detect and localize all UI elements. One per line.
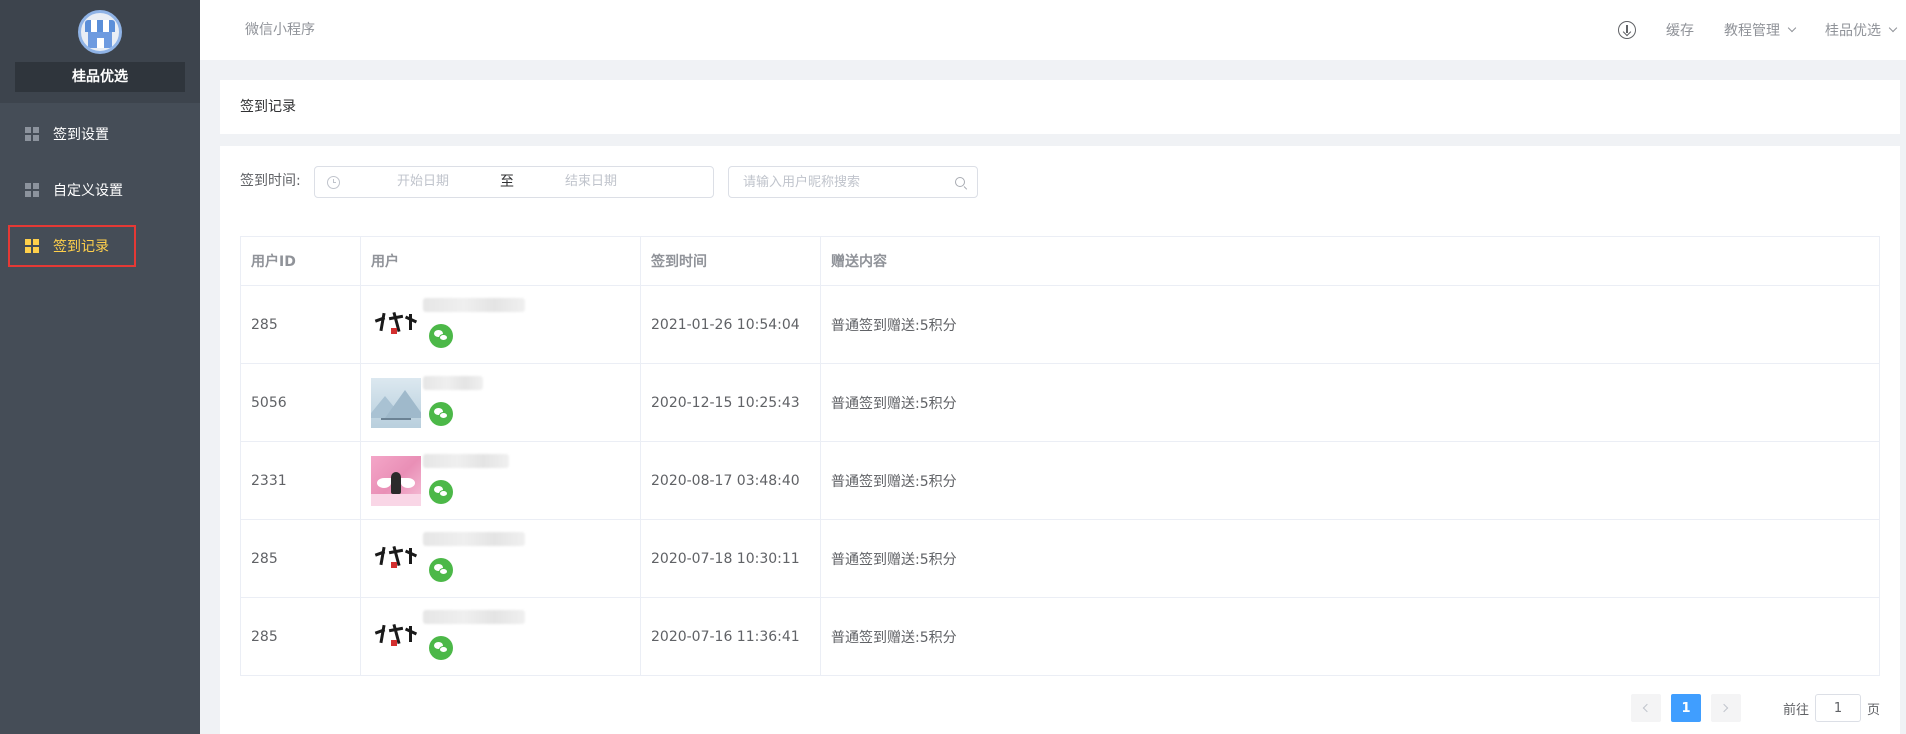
wechat-icon — [429, 636, 453, 660]
blurred-nickname — [423, 298, 525, 312]
page-suffix-label: 页 — [1866, 702, 1880, 718]
signin-time-cell: 2021-01-26 10:54:04 — [641, 286, 821, 363]
app-name: 微信小程序 — [245, 22, 315, 38]
grid-icon — [25, 239, 39, 253]
gift-content-cell: 普通签到赠送:5积分 — [831, 629, 957, 646]
cache-label: 缓存 — [1666, 23, 1694, 39]
page-title: 签到记录 — [240, 99, 296, 115]
avatar — [371, 377, 421, 428]
chevron-left-icon — [1643, 703, 1652, 713]
prev-page-button[interactable] — [1630, 694, 1661, 722]
signin-time-label: 签到时间: — [240, 173, 301, 189]
avatar — [371, 533, 421, 584]
user-menu[interactable]: 桂品优选 — [1825, 20, 1898, 40]
tutorial-menu[interactable]: 教程管理 — [1724, 20, 1797, 40]
avatar — [371, 299, 421, 350]
sidebar-item-label: 签到记录 — [53, 239, 109, 255]
user-cell — [361, 286, 641, 363]
top-header: 微信小程序 缓存 教程管理 桂品优选 — [200, 0, 1906, 60]
date-range-picker[interactable]: 开始日期 至 结束日期 — [314, 166, 714, 198]
gift-content-cell: 普通签到赠送:5积分 — [831, 551, 957, 568]
page-title-card: 签到记录 — [220, 80, 1900, 134]
user-id-cell: 285 — [241, 598, 361, 675]
column-header-user-id: 用户ID — [241, 237, 361, 285]
user-id-cell: 285 — [241, 520, 361, 597]
wechat-icon — [429, 402, 453, 426]
sidebar-item-custom-settings[interactable]: 自定义设置 — [0, 162, 200, 218]
user-id-cell: 285 — [241, 286, 361, 363]
signin-time-cell: 2020-07-16 11:36:41 — [641, 598, 821, 675]
avatar — [371, 611, 421, 662]
user-id-cell: 2331 — [241, 442, 361, 519]
table-row: 2331 2020-08-17 03:48:40 普通签到赠送:5积分 — [241, 441, 1879, 519]
main-card: 签到时间: 开始日期 至 结束日期 用户ID 用户 签到时间 赠送内容 285 … — [220, 146, 1900, 734]
brand-area: 桂品优选 — [0, 0, 200, 103]
header-actions: 缓存 教程管理 桂品优选 — [1618, 0, 1906, 60]
user-menu-label: 桂品优选 — [1825, 23, 1881, 39]
sidebar-item-signin-settings[interactable]: 签到设置 — [0, 106, 200, 162]
sidebar-menu: 签到设置 自定义设置 签到记录 — [0, 106, 200, 274]
table-row: 285 2020-07-16 11:36:41 普通签到赠送:5积分 — [241, 597, 1879, 675]
avatar — [371, 455, 421, 506]
gift-content-cell: 普通签到赠送:5积分 — [831, 395, 957, 412]
download-icon[interactable] — [1618, 21, 1636, 39]
user-cell — [361, 598, 641, 675]
goto-page-input[interactable] — [1814, 694, 1861, 722]
blurred-nickname — [423, 610, 525, 624]
goto-label: 前往 — [1782, 702, 1809, 718]
wechat-icon — [429, 558, 453, 582]
table-row: 5056 2020-12-15 10:25:43 普通签到赠送:5积分 — [241, 363, 1879, 441]
sidebar-item-label: 自定义设置 — [53, 183, 123, 199]
records-table: 用户ID 用户 签到时间 赠送内容 285 2021-01-26 10:54:0… — [240, 236, 1880, 676]
table-header: 用户ID 用户 签到时间 赠送内容 — [241, 237, 1879, 285]
chevron-down-icon — [1888, 23, 1898, 33]
table-row: 285 2021-01-26 10:54:04 普通签到赠送:5积分 — [241, 285, 1879, 363]
signin-time-cell: 2020-12-15 10:25:43 — [641, 364, 821, 441]
page-number-button[interactable]: 1 — [1670, 694, 1701, 722]
sidebar: 桂品优选 签到设置 自定义设置 签到记录 — [0, 0, 200, 734]
column-header-user: 用户 — [361, 237, 641, 285]
chevron-down-icon — [1787, 23, 1797, 33]
search-icon[interactable] — [955, 177, 965, 187]
blurred-nickname — [423, 454, 509, 468]
grid-icon — [25, 127, 39, 141]
cache-link[interactable]: 缓存 — [1666, 20, 1694, 40]
nickname-search-input[interactable] — [729, 167, 949, 197]
tutorial-label: 教程管理 — [1724, 23, 1780, 39]
start-date-input[interactable]: 开始日期 — [353, 167, 493, 197]
wechat-icon — [429, 480, 453, 504]
end-date-input[interactable]: 结束日期 — [521, 167, 661, 197]
user-cell — [361, 364, 641, 441]
column-header-gift-content: 赠送内容 — [831, 254, 887, 270]
sidebar-item-label: 签到设置 — [53, 127, 109, 143]
next-page-button[interactable] — [1710, 694, 1741, 722]
gift-content-cell: 普通签到赠送:5积分 — [831, 473, 957, 490]
pagination: 1 前往 页 — [1621, 694, 1880, 722]
chevron-right-icon — [1720, 703, 1729, 713]
date-separator: 至 — [500, 174, 514, 190]
clock-icon — [327, 176, 340, 189]
brand-name: 桂品优选 — [15, 62, 185, 92]
gift-content-cell: 普通签到赠送:5积分 — [831, 317, 957, 334]
table-row: 285 2020-07-18 10:30:11 普通签到赠送:5积分 — [241, 519, 1879, 597]
user-cell — [361, 520, 641, 597]
grid-icon — [25, 183, 39, 197]
signin-time-cell: 2020-08-17 03:48:40 — [641, 442, 821, 519]
signin-time-cell: 2020-07-18 10:30:11 — [641, 520, 821, 597]
column-header-signin-time: 签到时间 — [641, 237, 821, 285]
blurred-nickname — [423, 376, 483, 390]
user-cell — [361, 442, 641, 519]
user-id-cell: 5056 — [241, 364, 361, 441]
nickname-search — [728, 166, 978, 198]
blurred-nickname — [423, 532, 525, 546]
wechat-icon — [429, 324, 453, 348]
sidebar-item-signin-records[interactable]: 签到记录 — [0, 218, 200, 274]
store-logo-icon — [78, 10, 122, 54]
